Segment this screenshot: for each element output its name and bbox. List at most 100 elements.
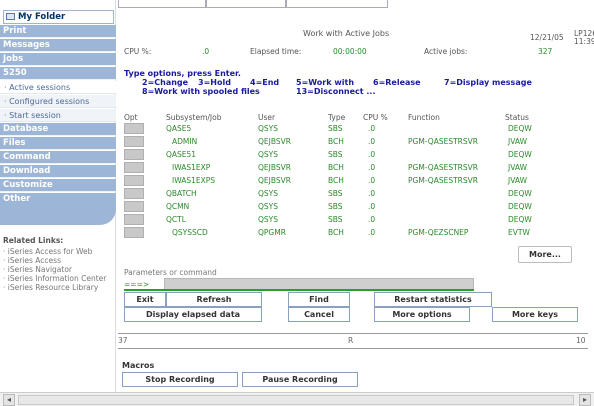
job-status: DEQW [508, 189, 532, 198]
nav-5250[interactable]: 5250 [0, 67, 116, 80]
job-status: JVAW [508, 163, 527, 172]
more-keys-button[interactable]: More keys [492, 307, 578, 322]
job-user: QEJBSVR [258, 163, 291, 172]
job-type: SBS [328, 189, 343, 198]
scroll-right-icon[interactable]: ▸ [579, 394, 591, 406]
root: My Folder Print Messages Jobs 5250 · Act… [0, 0, 594, 406]
job-status: DEQW [508, 215, 532, 224]
cpu-value: .0 [202, 47, 210, 56]
job-user: QSYS [258, 124, 279, 133]
job-user: QSYS [258, 202, 279, 211]
job-user: QSYS [258, 189, 279, 198]
cancel-button[interactable]: Cancel [288, 307, 350, 322]
nav-print[interactable]: Print [0, 25, 116, 38]
nav-database[interactable]: Database [0, 123, 116, 136]
job-cpu: .0 [368, 137, 376, 146]
col-cpu: CPU % [363, 113, 388, 122]
active-jobs-label: Active jobs: [424, 47, 468, 56]
option-input[interactable] [124, 149, 144, 160]
nav-customize[interactable]: Customize [0, 179, 116, 192]
opt-end: 4=End [250, 78, 280, 87]
job-cpu: .0 [368, 124, 376, 133]
scrollbar-thumb[interactable] [18, 395, 574, 405]
find-button[interactable]: Find [288, 292, 350, 307]
nav-files[interactable]: Files [0, 137, 116, 150]
job-type: BCH [328, 176, 344, 185]
active-jobs-value: 327 [538, 47, 553, 56]
nav-active-sessions[interactable]: · Active sessions [0, 81, 116, 94]
job-type: BCH [328, 137, 344, 146]
opt-change: 2=Change [142, 78, 189, 87]
job-function: PGM-QASESTRSVR [408, 176, 478, 185]
related-links-title: Related Links: [3, 236, 64, 245]
job-name: QCMN [166, 202, 190, 211]
related-links: Related Links: · iSeries Access for Web … [3, 236, 113, 292]
macros-title: Macros [122, 361, 155, 370]
elapsed-label: Elapsed time: [250, 47, 302, 56]
display-elapsed-button[interactable]: Display elapsed data [124, 307, 262, 322]
job-status: JVAW [508, 137, 527, 146]
option-input[interactable] [124, 162, 144, 173]
job-type: SBS [328, 124, 343, 133]
my-folder-link[interactable]: My Folder [3, 10, 114, 24]
sidebar: My Folder Print Messages Jobs 5250 · Act… [0, 0, 116, 392]
cpu-label: CPU %: [124, 47, 152, 56]
job-function: PGM-QEZSCNEP [408, 228, 469, 237]
job-cpu: .0 [368, 150, 376, 159]
job-user: QEJBSVR [258, 137, 291, 146]
option-input[interactable] [124, 227, 144, 238]
scroll-left-icon[interactable]: ◂ [3, 394, 15, 406]
my-folder-label: My Folder [18, 12, 66, 22]
restart-statistics-button[interactable]: Restart statistics [374, 292, 492, 307]
job-user: QEJBSVR [258, 176, 291, 185]
opt-display-message: 7=Display message [444, 78, 532, 87]
nav-download[interactable]: Download [0, 165, 116, 178]
job-name: QASE5 [166, 124, 192, 133]
job-cpu: .0 [368, 215, 376, 224]
option-input[interactable] [124, 201, 144, 212]
stop-recording-button[interactable]: Stop Recording [122, 372, 238, 387]
horizontal-scrollbar[interactable]: ◂ ▸ [0, 392, 594, 406]
job-name: QSYSSCD [172, 228, 208, 237]
pause-recording-button[interactable]: Pause Recording [242, 372, 358, 387]
exit-button[interactable]: Exit [124, 292, 166, 307]
nav-start-session[interactable]: · Start session [0, 109, 116, 122]
option-input[interactable] [124, 123, 144, 134]
related-link-navigator[interactable]: · iSeries Navigator [3, 265, 113, 274]
job-name: IWAS1EXP [172, 163, 211, 172]
job-name: QCTL [166, 215, 186, 224]
related-link-access-web[interactable]: · iSeries Access for Web [3, 247, 113, 256]
command-prompt: ===> [124, 280, 150, 289]
nav-configured-sessions[interactable]: · Configured sessions [0, 95, 116, 108]
col-subsystem-job: Subsystem/Job [166, 113, 222, 122]
instructions-line1: Type options, press Enter. [124, 69, 241, 78]
col-type: Type [328, 113, 346, 122]
command-underline [124, 289, 474, 291]
top-frame-3 [286, 0, 388, 8]
option-input[interactable] [124, 214, 144, 225]
nav-jobs[interactable]: Jobs [0, 53, 116, 66]
related-link-access[interactable]: · iSeries Access [3, 256, 113, 265]
opt-disconnect: 13=Disconnect ... [296, 87, 376, 96]
option-input[interactable] [124, 136, 144, 147]
job-cpu: .0 [368, 202, 376, 211]
opt-spooled-files: 8=Work with spooled files [142, 87, 260, 96]
more-options-button[interactable]: More options [374, 307, 470, 322]
option-input[interactable] [124, 175, 144, 186]
job-type: BCH [328, 228, 344, 237]
related-link-info-center[interactable]: · iSeries Information Center [3, 274, 113, 283]
job-name: IWAS1EXPS [172, 176, 216, 185]
more-button[interactable]: More... [518, 246, 572, 263]
refresh-button[interactable]: Refresh [166, 292, 262, 307]
nav-messages[interactable]: Messages [0, 39, 116, 52]
job-type: SBS [328, 150, 343, 159]
job-user: QSYS [258, 150, 279, 159]
opt-hold: 3=Hold [198, 78, 231, 87]
nav-bottom-curve [0, 205, 116, 225]
col-status: Status [505, 113, 529, 122]
related-link-resource-library[interactable]: · iSeries Resource Library [3, 283, 113, 292]
option-input[interactable] [124, 188, 144, 199]
job-status: DEQW [508, 124, 532, 133]
job-cpu: .0 [368, 189, 376, 198]
nav-command[interactable]: Command [0, 151, 116, 164]
